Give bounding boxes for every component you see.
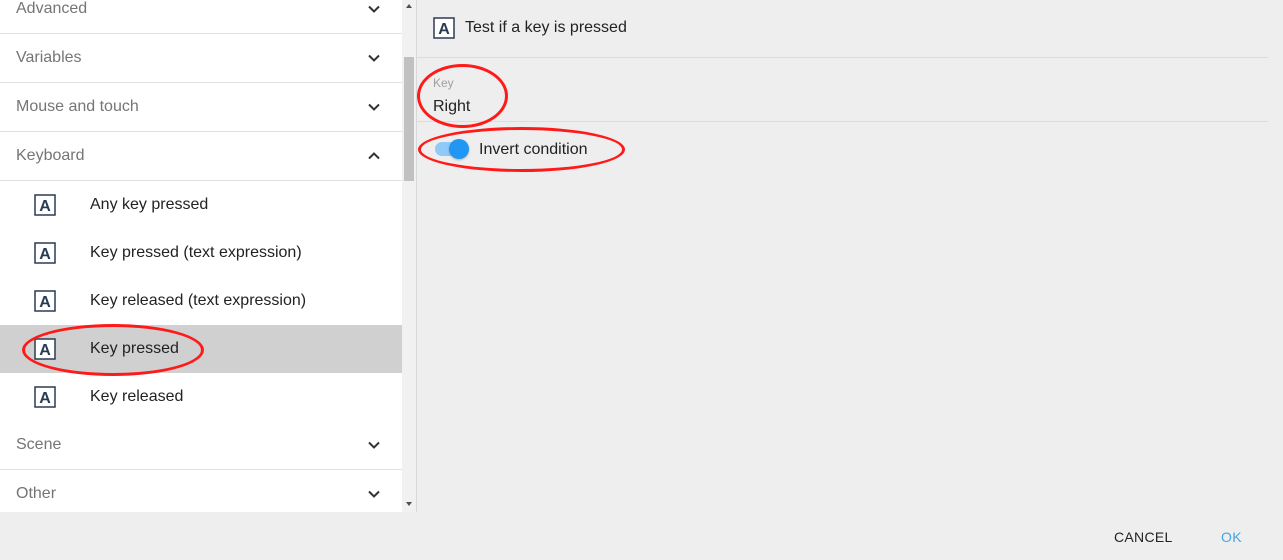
list-item-label: Key pressed (90, 340, 179, 357)
scroll-thumb[interactable] (404, 57, 414, 181)
instruction-list-panel: Advanced Variables Mouse and touch Keybo… (0, 0, 402, 512)
category-variables[interactable]: Variables (0, 34, 402, 83)
letter-a-keyboard-icon: A (34, 338, 56, 360)
scroll-down-arrow-icon[interactable] (406, 502, 412, 506)
list-item-any-key-pressed[interactable]: A Any key pressed (0, 181, 402, 229)
chevron-down-icon (366, 1, 382, 17)
chevron-down-icon (366, 99, 382, 115)
letter-a-keyboard-icon: A (433, 17, 455, 39)
category-label: Advanced (16, 0, 88, 17)
annotation-ellipse-key-field (417, 64, 508, 128)
list-scrollbar[interactable] (402, 0, 416, 512)
list-item-label: Key released (90, 388, 184, 405)
letter-a-keyboard-icon: A (34, 194, 56, 216)
list-item-label: Key released (text expression) (90, 292, 307, 309)
key-field[interactable]: Right (433, 98, 470, 116)
category-label: Mouse and touch (16, 98, 139, 115)
category-label: Scene (16, 436, 62, 453)
category-label: Keyboard (16, 147, 85, 164)
letter-a-keyboard-icon: A (34, 242, 56, 264)
category-keyboard[interactable]: Keyboard (0, 132, 402, 181)
category-label: Other (16, 485, 57, 502)
ok-button[interactable]: OK (1221, 529, 1242, 545)
svg-text:A: A (39, 390, 51, 407)
category-scene[interactable]: Scene (0, 421, 402, 470)
toggle-knob (449, 139, 469, 159)
chevron-down-icon (366, 486, 382, 502)
key-field-label: Key (433, 76, 454, 90)
list-item-label: Any key pressed (90, 196, 209, 213)
svg-text:A: A (39, 198, 51, 215)
list-item-label: Key pressed (text expression) (90, 244, 302, 261)
cancel-button[interactable]: CANCEL (1114, 529, 1173, 545)
letter-a-keyboard-icon: A (34, 386, 56, 408)
list-item-key-pressed[interactable]: A Key pressed (0, 325, 402, 373)
list-item-key-released-text-expression[interactable]: A Key released (text expression) (0, 277, 402, 325)
letter-a-keyboard-icon: A (34, 290, 56, 312)
svg-text:A: A (39, 294, 51, 311)
svg-text:A: A (39, 342, 51, 359)
list-item-key-released[interactable]: A Key released (0, 373, 402, 421)
category-mouse-and-touch[interactable]: Mouse and touch (0, 83, 402, 132)
key-field-underline (417, 121, 1268, 122)
invert-condition-toggle[interactable] (435, 139, 469, 159)
category-label: Variables (16, 49, 82, 66)
invert-condition-label: Invert condition (479, 141, 588, 158)
list-item-key-pressed-text-expression[interactable]: A Key pressed (text expression) (0, 229, 402, 277)
scroll-up-arrow-icon[interactable] (406, 4, 412, 8)
category-advanced[interactable]: Advanced (0, 0, 402, 34)
chevron-down-icon (366, 437, 382, 453)
condition-detail-panel: A Test if a key is pressed Key Right Inv… (417, 0, 1283, 512)
svg-text:A: A (39, 246, 51, 263)
divider (417, 57, 1268, 58)
chevron-down-icon (366, 50, 382, 66)
chevron-up-icon (366, 148, 382, 164)
svg-text:A: A (438, 21, 450, 38)
condition-title: Test if a key is pressed (465, 19, 627, 36)
category-other[interactable]: Other (0, 470, 402, 512)
